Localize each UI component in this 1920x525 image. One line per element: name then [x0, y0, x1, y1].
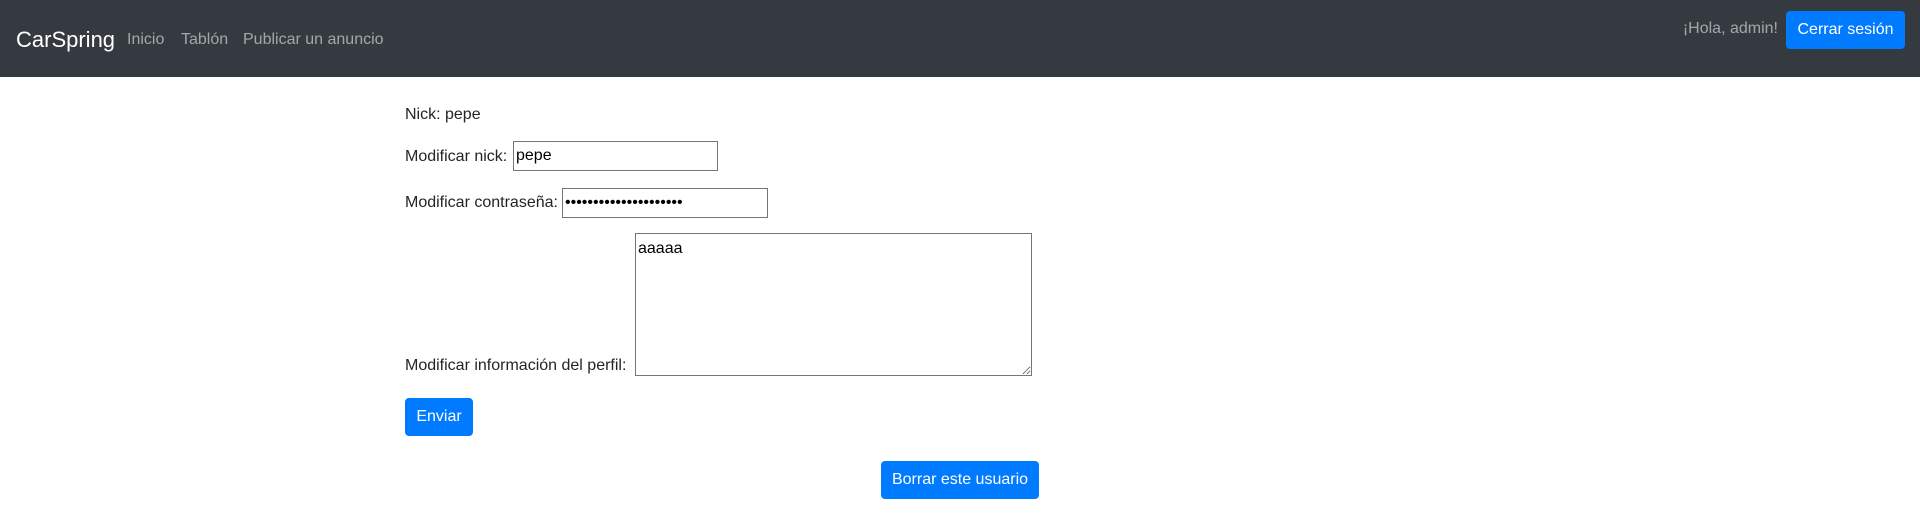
modify-password-input[interactable]	[562, 188, 768, 218]
nav-link-inicio[interactable]: Inicio	[127, 29, 164, 51]
modify-info-label: Modificar información del perfil:	[405, 357, 627, 374]
delete-user-button[interactable]: Borrar este usuario	[881, 461, 1039, 499]
nick-display: Nick: pepe	[405, 106, 481, 123]
brand-link[interactable]: CarSpring	[16, 26, 115, 54]
nav-link-publicar[interactable]: Publicar un anuncio	[243, 29, 384, 51]
modify-nick-input[interactable]	[513, 141, 718, 171]
modify-password-label: Modificar contraseña:	[405, 194, 558, 211]
logout-button[interactable]: Cerrar sesión	[1786, 11, 1905, 49]
nav-link-tablon[interactable]: Tablón	[181, 29, 228, 51]
submit-button[interactable]: Enviar	[405, 398, 473, 436]
modify-nick-label: Modificar nick:	[405, 148, 508, 165]
navbar: CarSpring Inicio Tablón Publicar un anun…	[0, 0, 1920, 77]
user-greeting: ¡Hola, admin!	[1682, 20, 1778, 37]
modify-info-textarea[interactable]: aaaaa	[635, 233, 1032, 376]
